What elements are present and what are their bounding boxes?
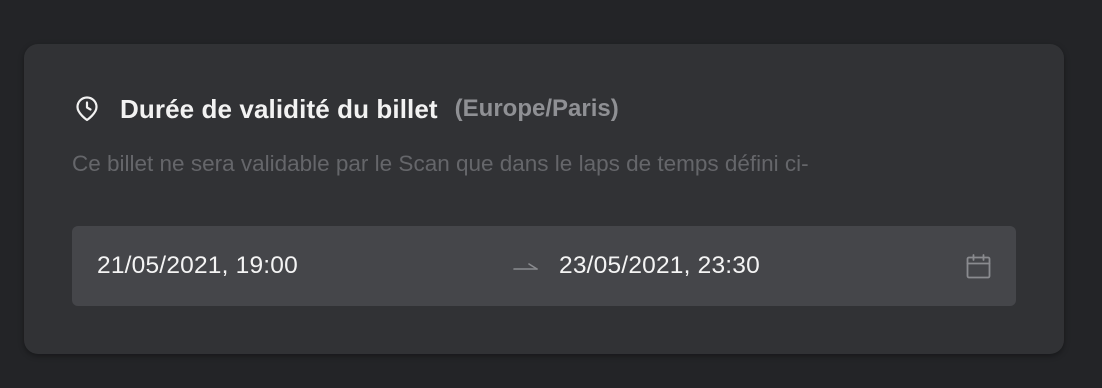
card-header: Durée de validité du billet (Europe/Pari… bbox=[74, 92, 619, 126]
start-date-input[interactable]: 21/05/2021, 19:00 bbox=[97, 226, 298, 306]
date-range-picker[interactable]: 21/05/2021, 19:00 23/05/2021, 23:30 bbox=[72, 226, 1016, 306]
timezone-label: (Europe/Paris) bbox=[454, 95, 619, 122]
validity-card: Durée de validité du billet (Europe/Pari… bbox=[24, 44, 1064, 354]
arrow-right-icon bbox=[512, 260, 540, 272]
end-date-input[interactable]: 23/05/2021, 23:30 bbox=[559, 226, 760, 306]
card-description: Ce billet ne sera validable par le Scan … bbox=[72, 151, 809, 176]
clock-icon bbox=[74, 96, 100, 122]
card-title: Durée de validité du billet bbox=[120, 93, 438, 124]
calendar-icon[interactable] bbox=[965, 253, 992, 280]
